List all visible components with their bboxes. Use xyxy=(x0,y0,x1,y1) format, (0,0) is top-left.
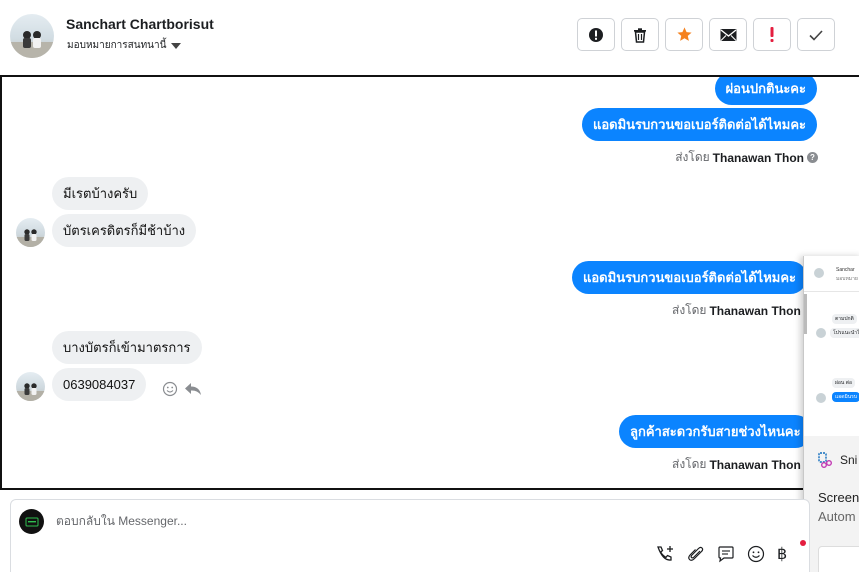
snipping-notice-sub: Autom xyxy=(818,509,856,524)
preview-avatar xyxy=(816,393,826,403)
composer-toolbar: ฿ xyxy=(655,544,787,564)
preview-bubble-selected: แอดมินรบ xyxy=(832,392,859,402)
conversation-header: Sanchart Chartborisut มอบหมายการสนทนานี้ xyxy=(0,0,859,75)
notification-dot xyxy=(800,540,806,546)
conversation-thread[interactable]: ผ่อนปกตินะคะ แอดมินรบกวนขอเบอร์ติดต่อได้… xyxy=(0,75,859,490)
sent-by-label: ส่งโดย Thanawan Thon xyxy=(672,455,801,474)
message-incoming: 0639084037 xyxy=(52,368,147,401)
sent-by-name: Thanawan Thon xyxy=(709,303,801,318)
sent-by-name: Thanawan Thon xyxy=(712,150,804,165)
action-toolbar xyxy=(577,18,835,51)
caret-down-icon xyxy=(171,43,182,49)
sent-by-prefix: ส่งโดย xyxy=(672,457,707,471)
sent-by-label: ส่งโดย Thanawan Thon xyxy=(672,301,801,320)
contact-name: Sanchart Chartborisut xyxy=(66,16,214,32)
baht-icon[interactable]: ฿ xyxy=(777,544,787,564)
mark-done-button[interactable] xyxy=(797,18,835,51)
message-incoming: บางบัตรก็เข้ามาตรการ xyxy=(52,331,202,364)
preview-name: Sanchar xyxy=(836,267,855,273)
check-icon xyxy=(809,29,823,41)
sent-by-prefix: ส่งโดย xyxy=(675,150,710,164)
sent-by-prefix: ส่งโดย xyxy=(672,303,707,317)
paperclip-icon[interactable] xyxy=(687,545,705,563)
exclamation-icon xyxy=(770,27,774,42)
preview-scrollbar[interactable] xyxy=(804,294,807,334)
assign-label: มอบหมายการสนทนานี้ xyxy=(67,40,167,51)
reply-composer: ฿ xyxy=(10,499,810,572)
follow-up-button[interactable] xyxy=(753,18,791,51)
star-button[interactable] xyxy=(665,18,703,51)
mark-unread-button[interactable] xyxy=(709,18,747,51)
react-emoji-icon[interactable] xyxy=(162,381,178,397)
preview-header: Sanchar มอบหมาย xyxy=(804,256,859,292)
message-outgoing: แอดมินรบกวนขอเบอร์ติดต่อได้ไหมคะ xyxy=(572,261,808,294)
message-outgoing: แอดมินรบกวนขอเบอร์ติดต่อได้ไหมคะ xyxy=(581,108,817,141)
preview-avatar xyxy=(816,328,826,338)
sent-by-label: ส่งโดย Thanawan Thon ? xyxy=(675,148,818,167)
saved-reply-icon[interactable] xyxy=(717,545,735,563)
preview-bubble: ผ่อน ต่อ xyxy=(832,378,855,388)
assign-conversation-dropdown[interactable]: มอบหมายการสนทนานี้ xyxy=(67,38,182,53)
message-incoming: บัตรเครดิตรก็มีช้าบ้าง xyxy=(52,214,197,247)
reply-input[interactable] xyxy=(56,514,756,528)
contact-avatar-small[interactable] xyxy=(16,372,45,401)
message-outgoing: ผ่อนปกตินะคะ xyxy=(714,77,817,105)
envelope-icon xyxy=(720,28,736,41)
mark-spam-button[interactable] xyxy=(577,18,615,51)
floating-preview-window[interactable]: Sanchar มอบหมาย ตามปกติ โปรแนะนำได้ ผ่อน… xyxy=(803,256,859,572)
help-icon[interactable]: ? xyxy=(807,152,818,163)
contact-avatar-small[interactable] xyxy=(16,218,45,247)
phone-plus-icon[interactable] xyxy=(655,545,675,563)
snipping-notice-title: Screen xyxy=(818,490,859,505)
trash-icon xyxy=(634,27,646,43)
star-icon xyxy=(676,27,692,41)
preview-sub: มอบหมาย xyxy=(836,276,858,282)
snipping-tool-title: Sni xyxy=(818,452,857,468)
snipping-tool-label: Sni xyxy=(840,453,858,467)
exclamation-circle-icon xyxy=(589,27,603,42)
message-actions xyxy=(162,381,202,397)
message-outgoing: ลูกค้าสะดวกรับสายช่วงไหนคะ xyxy=(619,415,812,448)
sent-by-name: Thanawan Thon xyxy=(709,457,801,472)
emoji-icon[interactable] xyxy=(747,545,765,563)
message-incoming: มีเรตบ้างครับ xyxy=(52,177,149,210)
snipping-tool-icon xyxy=(818,452,832,468)
page-avatar xyxy=(19,509,44,534)
preview-bubble: โปรแนะนำได้ xyxy=(830,328,859,338)
contact-avatar[interactable] xyxy=(10,14,54,58)
snipping-thumbnail[interactable] xyxy=(818,546,859,572)
preview-avatar xyxy=(814,268,824,278)
delete-button[interactable] xyxy=(621,18,659,51)
preview-bubble: ตามปกติ xyxy=(832,314,857,324)
reply-icon[interactable] xyxy=(184,381,202,397)
